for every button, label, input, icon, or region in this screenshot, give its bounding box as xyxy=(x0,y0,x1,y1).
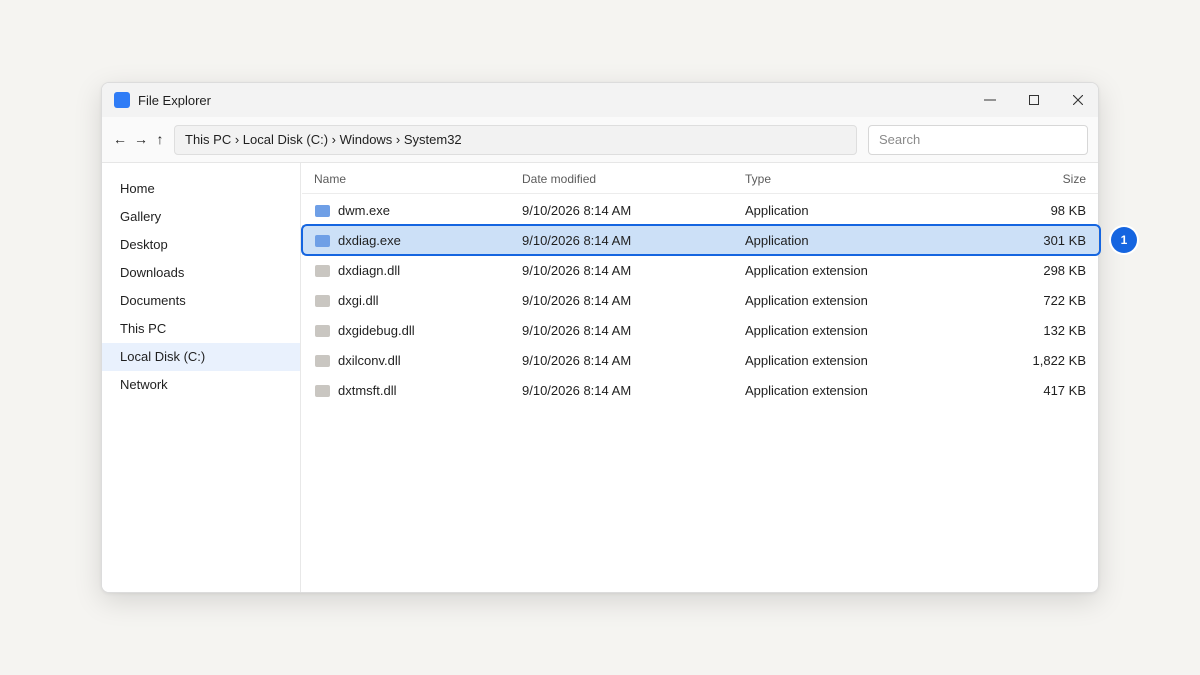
file-name: dxgi.dll xyxy=(338,293,379,308)
file-size: 1,822 KB xyxy=(1032,353,1087,368)
dll-file-icon xyxy=(315,325,330,337)
file-date: 9/10/2026 8:14 AM xyxy=(522,323,632,338)
sidebar-item-network[interactable]: Network xyxy=(102,371,300,399)
sidebar-item-downloads[interactable]: Downloads xyxy=(102,259,300,287)
column-header-type[interactable]: Type xyxy=(745,172,771,186)
file-row[interactable]: dwm.exe 9/10/2026 8:14 AM Application 98… xyxy=(302,195,1098,225)
file-size: 298 KB xyxy=(1043,263,1086,278)
file-type: Application extension xyxy=(745,263,868,278)
file-date: 9/10/2026 8:14 AM xyxy=(522,233,632,248)
close-button[interactable] xyxy=(1056,83,1098,117)
sidebar-item-documents[interactable]: Documents xyxy=(102,287,300,315)
minimize-icon xyxy=(984,99,996,101)
address-bar[interactable]: This PC › Local Disk (C:) › Windows › Sy… xyxy=(174,125,857,155)
file-name: dxdiag.exe xyxy=(338,233,401,248)
sidebar-item-home[interactable]: Home xyxy=(102,175,300,203)
file-row[interactable]: dxtmsft.dll 9/10/2026 8:14 AM Applicatio… xyxy=(302,375,1098,405)
column-header-size[interactable]: Size xyxy=(1063,172,1086,186)
file-size: 132 KB xyxy=(1043,323,1086,338)
file-name: dxgidebug.dll xyxy=(338,323,415,338)
title-bar[interactable]: File Explorer xyxy=(102,83,1098,117)
column-header-name[interactable]: Name xyxy=(314,172,346,186)
file-size: 722 KB xyxy=(1043,293,1086,308)
forward-button[interactable]: → xyxy=(133,130,149,148)
dll-file-icon xyxy=(315,295,330,307)
sidebar-item-local-disk[interactable]: Local Disk (C:) xyxy=(102,343,300,371)
sidebar-item-gallery[interactable]: Gallery xyxy=(102,203,300,231)
file-list: Name Date modified Type Size dwm.exe 9/1… xyxy=(302,163,1098,592)
search-input[interactable]: Search xyxy=(868,125,1088,155)
file-row[interactable]: dxgidebug.dll 9/10/2026 8:14 AM Applicat… xyxy=(302,315,1098,345)
file-size: 417 KB xyxy=(1043,383,1086,398)
file-type: Application xyxy=(745,233,809,248)
file-name: dxilconv.dll xyxy=(338,353,401,368)
file-row[interactable]: dxgi.dll 9/10/2026 8:14 AM Application e… xyxy=(302,285,1098,315)
file-type: Application extension xyxy=(745,323,868,338)
file-row[interactable]: dxilconv.dll 9/10/2026 8:14 AM Applicati… xyxy=(302,345,1098,375)
file-type: Application extension xyxy=(745,383,868,398)
minimize-button[interactable] xyxy=(968,83,1012,117)
dll-file-icon xyxy=(315,355,330,367)
sidebar-item-this-pc[interactable]: This PC xyxy=(102,315,300,343)
column-header-date[interactable]: Date modified xyxy=(522,172,596,186)
file-date: 9/10/2026 8:14 AM xyxy=(522,203,632,218)
file-date: 9/10/2026 8:14 AM xyxy=(522,383,632,398)
exe-file-icon xyxy=(315,205,330,217)
toolbar: ← → ↑ This PC › Local Disk (C:) › Window… xyxy=(102,117,1098,163)
up-button[interactable]: ↑ xyxy=(152,130,168,148)
close-icon xyxy=(1073,95,1083,105)
file-row-selected[interactable]: dxdiag.exe 9/10/2026 8:14 AM Application… xyxy=(302,225,1098,255)
dll-file-icon xyxy=(315,265,330,277)
back-button[interactable]: ← xyxy=(112,130,128,148)
file-date: 9/10/2026 8:14 AM xyxy=(522,263,632,278)
window-title: File Explorer xyxy=(138,93,211,108)
maximize-icon xyxy=(1029,95,1039,105)
file-size: 301 KB xyxy=(1043,233,1086,248)
file-date: 9/10/2026 8:14 AM xyxy=(522,293,632,308)
file-type: Application extension xyxy=(745,293,868,308)
exe-file-icon xyxy=(315,235,330,247)
file-name: dxtmsft.dll xyxy=(338,383,397,398)
file-type: Application extension xyxy=(745,353,868,368)
step-badge: 1 xyxy=(1111,227,1137,253)
dll-file-icon xyxy=(315,385,330,397)
maximize-button[interactable] xyxy=(1012,83,1056,117)
file-explorer-icon xyxy=(114,92,130,108)
file-name: dxdiagn.dll xyxy=(338,263,401,278)
file-type: Application xyxy=(745,203,809,218)
file-name: dwm.exe xyxy=(338,203,391,218)
file-explorer-window: File Explorer ← → ↑ This PC › Local Disk… xyxy=(101,82,1099,593)
column-header-row: Name Date modified Type Size xyxy=(302,163,1098,194)
file-row[interactable]: dxdiagn.dll 9/10/2026 8:14 AM Applicatio… xyxy=(302,255,1098,285)
file-size: 98 KB xyxy=(1050,203,1086,218)
file-date: 9/10/2026 8:14 AM xyxy=(522,353,632,368)
navigation-pane: Home Gallery Desktop Downloads Documents… xyxy=(102,163,301,592)
sidebar-item-desktop[interactable]: Desktop xyxy=(102,231,300,259)
